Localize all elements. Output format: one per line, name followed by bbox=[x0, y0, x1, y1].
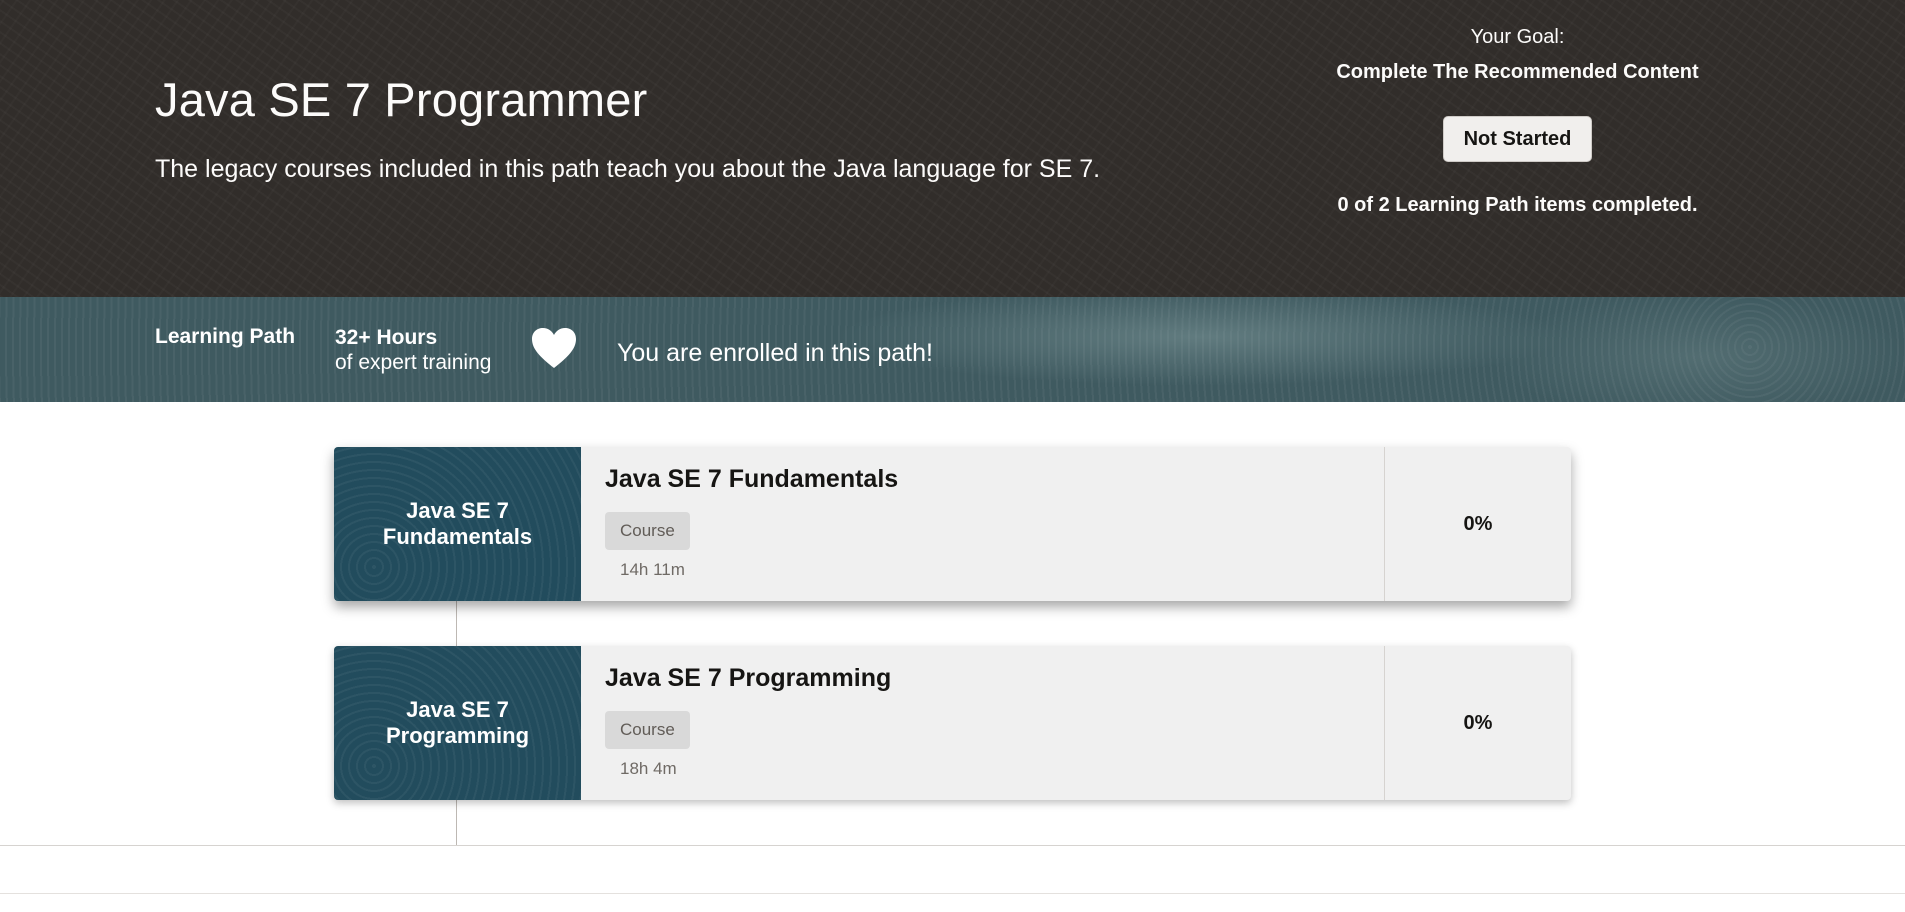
thumbnail-line: Java SE 7 bbox=[406, 498, 509, 523]
path-description: The legacy courses included in this path… bbox=[155, 155, 1101, 183]
course-progress-percent: 0% bbox=[1463, 711, 1493, 734]
section-divider bbox=[0, 893, 1905, 894]
training-hours: 32+ Hours of expert training bbox=[335, 325, 491, 375]
course-type-badge: Course bbox=[605, 711, 690, 749]
course-progress-percent: 0% bbox=[1463, 512, 1493, 535]
course-title[interactable]: Java SE 7 Fundamentals bbox=[605, 465, 898, 494]
goal-value: Complete The Recommended Content bbox=[1336, 61, 1699, 83]
status-button[interactable]: Not Started bbox=[1443, 116, 1592, 162]
learning-path-hero: Java SE 7 Programmer The legacy courses … bbox=[0, 0, 1905, 297]
path-type-label: Learning Path bbox=[155, 325, 296, 348]
course-card-programming[interactable]: Java SE 7 Programming Java SE 7 Programm… bbox=[334, 646, 1571, 800]
course-thumbnail: Java SE 7 Programming bbox=[334, 646, 581, 800]
heart-icon[interactable] bbox=[531, 327, 577, 369]
course-title[interactable]: Java SE 7 Programming bbox=[605, 664, 891, 693]
course-duration: 14h 11m bbox=[620, 560, 685, 579]
goal-label: Your Goal: bbox=[1470, 26, 1565, 48]
section-divider bbox=[0, 845, 1905, 846]
progress-text: 0 of 2 Learning Path items completed. bbox=[1337, 194, 1698, 216]
thumbnail-line: Fundamentals bbox=[382, 524, 533, 549]
course-thumbnail: Java SE 7 Fundamentals bbox=[334, 447, 581, 601]
course-type-badge: Course bbox=[605, 512, 690, 550]
path-info-band: Learning Path 32+ Hours of expert traini… bbox=[0, 297, 1905, 402]
thumbnail-line: Java SE 7 bbox=[406, 697, 509, 722]
goal-panel: Your Goal: Complete The Recommended Cont… bbox=[1330, 26, 1705, 217]
page-title: Java SE 7 Programmer bbox=[155, 73, 648, 126]
hours-value: 32+ Hours bbox=[335, 326, 438, 349]
thumbnail-line: Programming bbox=[385, 723, 530, 748]
enrolled-status: You are enrolled in this path! bbox=[617, 339, 933, 367]
course-card-fundamentals[interactable]: Java SE 7 Fundamentals Java SE 7 Fundame… bbox=[334, 447, 1571, 601]
course-duration: 18h 4m bbox=[620, 759, 677, 778]
hours-subtitle: of expert training bbox=[335, 351, 492, 374]
